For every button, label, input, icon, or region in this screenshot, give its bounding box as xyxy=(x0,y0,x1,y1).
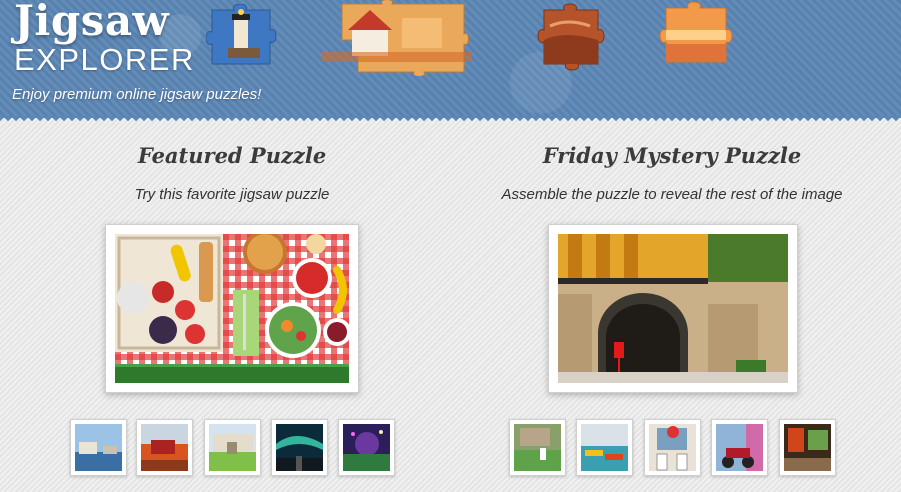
mystery-thumb-5[interactable] xyxy=(779,419,836,476)
mystery-thumb-3[interactable] xyxy=(644,419,701,476)
logo-title[interactable]: Jigsaw xyxy=(14,0,169,45)
featured-thumb-3[interactable] xyxy=(204,419,261,476)
window-chairs-thumbnail xyxy=(649,424,696,471)
mystery-thumb-4[interactable] xyxy=(711,419,768,476)
lighthouse-puzzle-piece-icon xyxy=(206,4,277,65)
featured-thumb-2[interactable] xyxy=(136,419,193,476)
site-header: Jigsaw EXPLORER Enjoy premium online jig… xyxy=(0,0,901,118)
town-green-thumbnail xyxy=(209,424,256,471)
croquet-lawn-thumbnail xyxy=(514,424,561,471)
featured-thumb-5[interactable] xyxy=(338,419,395,476)
autumn-house-thumbnail xyxy=(141,424,188,471)
scooter-thumbnail xyxy=(716,424,763,471)
mystery-thumb-2[interactable] xyxy=(576,419,633,476)
mystery-subtitle: Assemble the puzzle to reveal the rest o… xyxy=(501,186,843,203)
aurora-thumbnail xyxy=(276,424,323,471)
featured-title: Featured Puzzle xyxy=(137,143,327,168)
picnic-photo xyxy=(115,234,349,383)
mystery-title: Friday Mystery Puzzle xyxy=(542,143,802,168)
house-puzzle-piece-icon xyxy=(322,0,472,76)
featured-puzzle-image[interactable] xyxy=(105,224,359,393)
tagline: Enjoy premium online jigsaw puzzles! xyxy=(12,86,262,103)
logo-subtitle[interactable]: EXPLORER xyxy=(14,42,195,78)
night-stadium-thumbnail xyxy=(343,424,390,471)
featured-subtitle: Try this favorite jigsaw puzzle xyxy=(134,186,330,203)
boats-canal-thumbnail xyxy=(581,424,628,471)
featured-thumb-1[interactable] xyxy=(70,419,127,476)
mystery-thumb-1[interactable] xyxy=(509,419,566,476)
mystery-puzzle-image[interactable] xyxy=(548,224,798,393)
desert-puzzle-piece-icon xyxy=(537,3,605,71)
harbor-thumbnail xyxy=(75,424,122,471)
lantern-alley-thumbnail xyxy=(784,424,831,471)
header-zigzag-edge xyxy=(0,116,901,124)
featured-thumb-4[interactable] xyxy=(271,419,328,476)
stone-bridge-photo xyxy=(558,234,788,383)
sunset-puzzle-piece-icon xyxy=(659,1,733,63)
